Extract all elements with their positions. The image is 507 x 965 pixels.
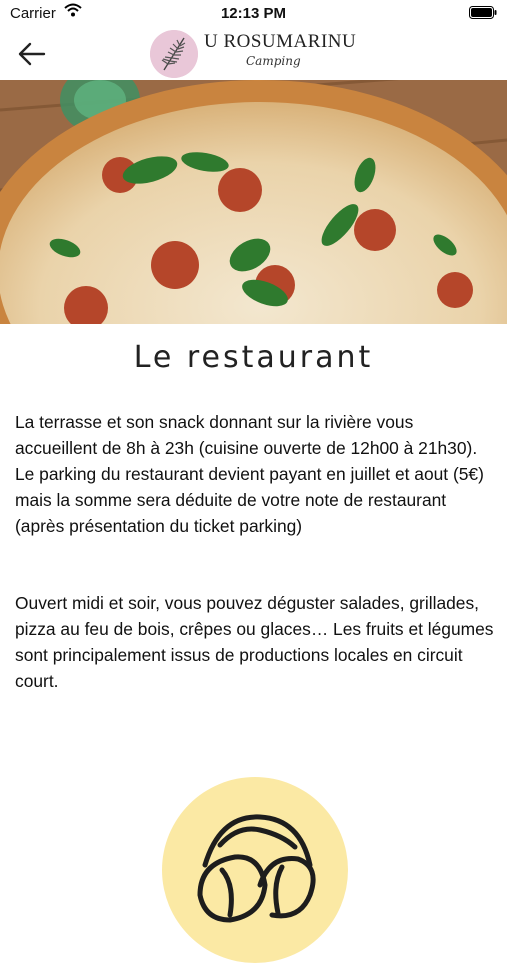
status-time: 12:13 PM	[220, 5, 287, 22]
croissant-icon	[162, 777, 348, 963]
brand-subtitle: Camping	[246, 54, 301, 68]
description-paragraph: Ouvert midi et soir, vous pouvez déguste…	[15, 593, 494, 691]
brand-name: U ROSUMARINU	[204, 31, 357, 52]
app-logo: U ROSUMARINU Camping	[150, 28, 365, 78]
battery-icon	[469, 6, 497, 19]
nav-bar: U ROSUMARINU Camping	[0, 28, 507, 80]
page-title: Le restaurant	[133, 340, 374, 375]
description-paragraph: La terrasse et son snack donnant sur la …	[15, 412, 484, 536]
arrow-left-icon	[18, 42, 46, 66]
status-bar: Carrier 12:13 PM	[0, 0, 507, 28]
back-button[interactable]	[16, 38, 48, 70]
rosemary-logo-icon	[150, 30, 198, 78]
hero-image	[0, 80, 507, 324]
